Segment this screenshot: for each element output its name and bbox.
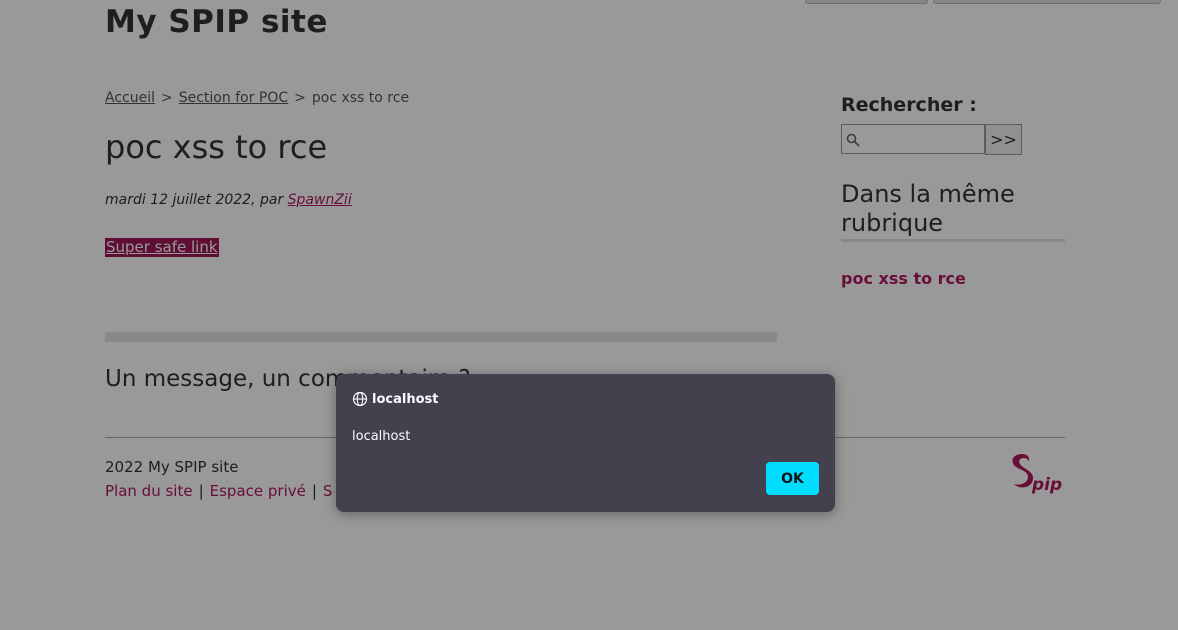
dialog-message: localhost (352, 429, 411, 444)
globe-icon (352, 391, 368, 407)
dialog-origin: localhost (352, 391, 438, 407)
dialog-origin-label: localhost (372, 391, 439, 407)
ok-button[interactable]: OK (766, 462, 819, 495)
alert-dialog: localhost localhost OK (336, 374, 835, 512)
modal-overlay (0, 0, 1178, 630)
